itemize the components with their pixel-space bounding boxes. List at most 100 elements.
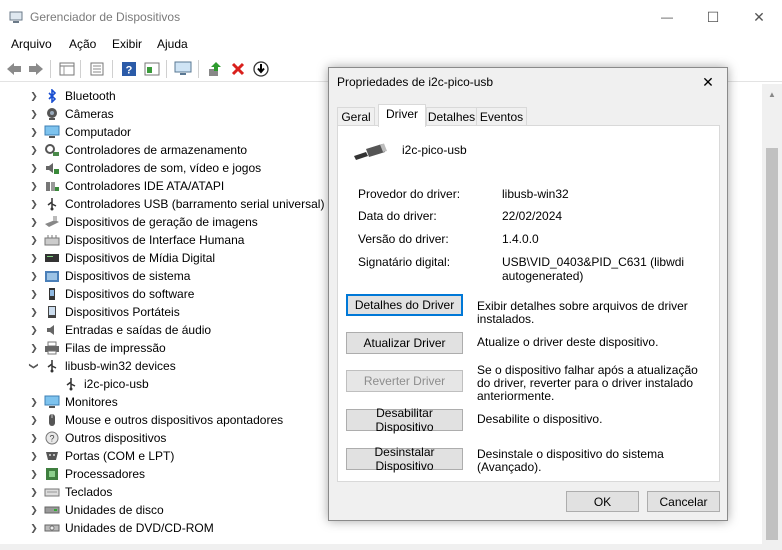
update-driver-desc: Atualize o driver deste dispositivo. (477, 335, 659, 349)
libusb-device-icon (66, 378, 76, 391)
tree-label: Outros dispositivos (65, 431, 167, 445)
tree-label: i2c-pico-usb (84, 377, 149, 391)
close-icon: ✕ (702, 73, 714, 90)
vertical-scrollbar[interactable]: ▲ (762, 84, 782, 544)
svg-text:?: ? (126, 65, 133, 77)
provider-label: Provedor do driver: (358, 187, 461, 201)
chevron-down-icon[interactable]: ❯ (25, 362, 43, 370)
chevron-right-icon[interactable]: ❯ (30, 159, 38, 177)
forward-arrow-icon[interactable] (27, 60, 45, 78)
media-icon (45, 254, 59, 262)
scan-down-icon[interactable] (252, 60, 270, 78)
audio-icon (47, 325, 54, 335)
menu-exibir[interactable]: Exibir (112, 37, 142, 51)
driver-panel: i2c-pico-usb Provedor do driver: libusb-… (337, 125, 720, 482)
tab-detalhes[interactable]: Detalhes (426, 107, 477, 126)
chevron-right-icon[interactable]: ❯ (30, 519, 38, 537)
tree-label: Unidades de DVD/CD-ROM (65, 521, 214, 535)
device-name: i2c-pico-usb (402, 143, 467, 157)
chevron-right-icon[interactable]: ❯ (30, 303, 38, 321)
maximize-button[interactable]: ☐ (690, 0, 736, 34)
back-arrow-icon[interactable] (5, 60, 23, 78)
properties-grid-icon[interactable] (58, 60, 76, 78)
chevron-right-icon[interactable]: ❯ (30, 285, 38, 303)
chevron-right-icon[interactable]: ❯ (30, 429, 38, 447)
chevron-right-icon[interactable]: ❯ (30, 411, 38, 429)
menu-ajuda[interactable]: Ajuda (157, 37, 188, 51)
disable-device-desc: Desabilite o dispositivo. (477, 412, 603, 426)
scrollbar-thumb[interactable] (766, 148, 778, 540)
status-strip (0, 544, 782, 550)
help-icon[interactable]: ? (120, 60, 138, 78)
bluetooth-icon (48, 89, 57, 103)
chevron-right-icon[interactable]: ❯ (30, 123, 38, 141)
processor-icon (46, 468, 58, 480)
tab-driver[interactable]: Driver (378, 104, 426, 127)
tab-geral[interactable]: Geral (337, 107, 375, 126)
monitor-icon[interactable] (174, 60, 192, 78)
tree-label: Dispositivos de geração de imagens (65, 215, 258, 229)
tree-label: Monitores (65, 395, 118, 409)
devices-icon[interactable] (88, 60, 106, 78)
disk-icon (44, 506, 60, 514)
ok-button[interactable]: OK (566, 491, 639, 512)
imaging-icon (45, 216, 59, 227)
chevron-right-icon[interactable]: ❯ (30, 483, 38, 501)
portable-icon (48, 306, 56, 318)
update-driver-button[interactable]: Atualizar Driver (346, 332, 463, 354)
signer-value: USB\VID_0403&PID_C631 (libwdi autogenera… (502, 255, 685, 283)
chevron-right-icon[interactable]: ❯ (30, 177, 38, 195)
rollback-driver-button[interactable]: Reverter Driver (346, 370, 463, 392)
libusb-icon (47, 360, 57, 373)
menu-arquivo[interactable]: Arquivo (11, 37, 52, 51)
usb-icon (47, 198, 57, 211)
view-icon[interactable] (143, 60, 161, 78)
tab-eventos[interactable]: Eventos (476, 107, 527, 126)
chevron-right-icon[interactable]: ❯ (30, 393, 38, 411)
cancel-button[interactable]: Cancelar (647, 491, 720, 512)
minimize-button[interactable]: — (644, 0, 690, 34)
chevron-right-icon[interactable]: ❯ (30, 105, 38, 123)
version-value: 1.4.0.0 (502, 232, 539, 246)
chevron-right-icon[interactable]: ❯ (30, 321, 38, 339)
chevron-right-icon[interactable]: ❯ (30, 267, 38, 285)
chevron-right-icon[interactable]: ❯ (30, 447, 38, 465)
uninstall-x-icon[interactable] (229, 60, 247, 78)
chevron-right-icon[interactable]: ❯ (30, 195, 38, 213)
dialog-title: Propriedades de i2c-pico-usb (337, 75, 494, 89)
uninstall-device-desc: Desinstale o dispositivo do sistema (Ava… (477, 447, 664, 474)
close-button[interactable]: ✕ (736, 0, 782, 34)
dvd-icon (44, 524, 60, 532)
tree-label: Controladores IDE ATA/ATAPI (65, 179, 225, 193)
window-title: Gerenciador de Dispositivos (30, 10, 181, 24)
chevron-right-icon[interactable]: ❯ (30, 249, 38, 267)
chevron-right-icon[interactable]: ❯ (30, 213, 38, 231)
menu-acao[interactable]: Ação (69, 37, 96, 51)
tree-label: Unidades de disco (65, 503, 164, 517)
disable-device-button[interactable]: Desabilitar Dispositivo (346, 406, 463, 434)
chevron-right-icon[interactable]: ❯ (30, 87, 38, 105)
tree-label: libusb-win32 devices (65, 359, 176, 373)
driver-details-button[interactable]: Detalhes do Driver (346, 294, 463, 316)
update-driver-icon[interactable] (206, 60, 224, 78)
uninstall-device-button[interactable]: Desinstalar Dispositivo (346, 445, 463, 473)
chevron-right-icon[interactable]: ❯ (30, 339, 38, 357)
dialog-close-button[interactable]: ✕ (695, 71, 721, 93)
tree-label: Dispositivos de sistema (65, 269, 191, 283)
chevron-right-icon[interactable]: ❯ (30, 141, 38, 159)
tree-label: Filas de impressão (65, 341, 166, 355)
keyboard-icon (44, 488, 60, 497)
sound-icon (46, 163, 59, 174)
unknown-device-icon: ? (45, 431, 59, 445)
tree-label: Portas (COM e LPT) (65, 449, 175, 463)
rollback-driver-desc: Se o dispositivo falhar após a atualizaç… (477, 363, 698, 403)
storage-controller-icon (45, 144, 59, 156)
tree-label: Teclados (65, 485, 113, 499)
chevron-right-icon[interactable]: ❯ (30, 231, 38, 249)
scroll-up-icon[interactable]: ▲ (766, 90, 778, 102)
chevron-right-icon[interactable]: ❯ (30, 501, 38, 519)
hid-icon (44, 235, 60, 246)
chevron-right-icon[interactable]: ❯ (30, 465, 38, 483)
close-icon: ✕ (753, 8, 765, 25)
system-folder-icon (45, 271, 59, 282)
